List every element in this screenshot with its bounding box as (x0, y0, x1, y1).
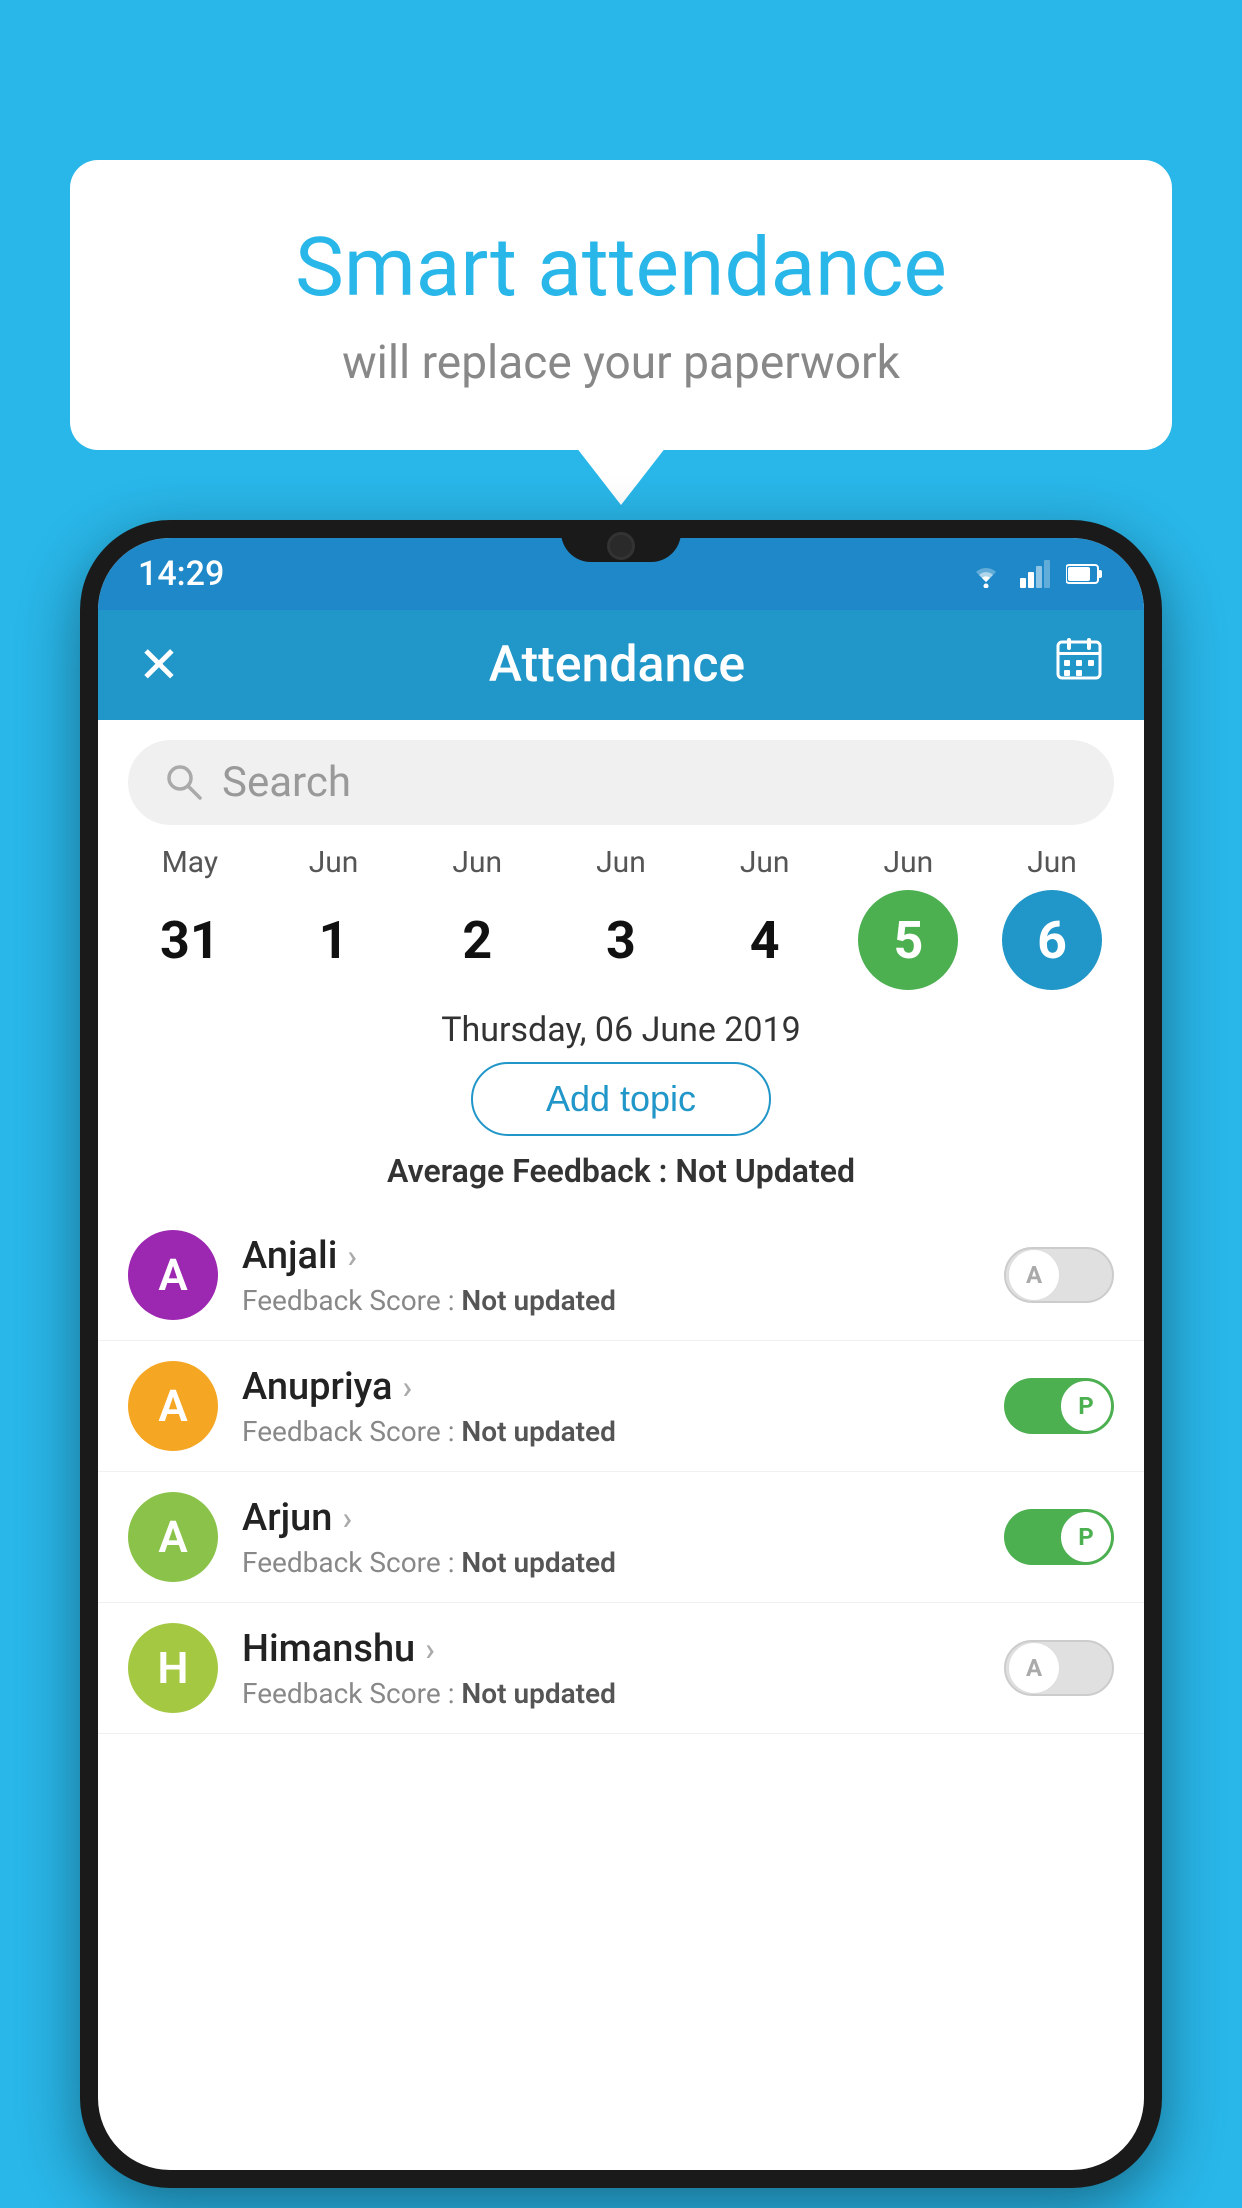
student-name-3: Himanshu › (242, 1627, 1004, 1671)
avg-feedback: Average Feedback : Not Updated (98, 1152, 1144, 1190)
student-avatar-1: A (128, 1361, 218, 1451)
student-avatar-2: A (128, 1492, 218, 1582)
date-cell-1[interactable]: Jun 1 (274, 845, 394, 990)
student-item-2[interactable]: A Arjun › Feedback Score : Not updated P (98, 1472, 1144, 1603)
date-num-6: 6 (1002, 890, 1102, 990)
speech-bubble-title: Smart attendance (150, 220, 1092, 316)
date-month-0: May (162, 845, 218, 880)
toggle-knob-2: P (1060, 1511, 1112, 1563)
phone-frame: 14:29 (80, 520, 1162, 2188)
attendance-toggle-2[interactable]: P (1004, 1509, 1114, 1565)
attendance-toggle-0[interactable]: A (1004, 1247, 1114, 1303)
student-name-1: Anupriya › (242, 1365, 1004, 1409)
selected-date-label: Thursday, 06 June 2019 (98, 1010, 1144, 1050)
signal-icon (1020, 560, 1050, 588)
student-avatar-0: A (128, 1230, 218, 1320)
student-item-3[interactable]: H Himanshu › Feedback Score : Not updatedA (98, 1603, 1144, 1734)
chevron-icon-1: › (402, 1368, 412, 1406)
student-feedback-2: Feedback Score : Not updated (242, 1546, 1004, 1579)
camera (607, 532, 635, 560)
feedback-value-0: Not updated (461, 1284, 615, 1317)
student-feedback-3: Feedback Score : Not updated (242, 1677, 1004, 1710)
date-month-2: Jun (452, 845, 502, 880)
search-bar[interactable]: Search (128, 740, 1114, 825)
chevron-icon-2: › (342, 1499, 352, 1537)
date-num-4: 4 (715, 890, 815, 990)
toggle-knob-3: A (1008, 1642, 1060, 1694)
date-cell-3[interactable]: Jun 3 (561, 845, 681, 990)
student-info-1: Anupriya › Feedback Score : Not updated (242, 1365, 1004, 1448)
search-icon (164, 762, 202, 804)
feedback-value-1: Not updated (461, 1415, 615, 1448)
date-num-0: 31 (140, 890, 240, 990)
date-month-1: Jun (309, 845, 359, 880)
app-bar-title: Attendance (489, 636, 746, 694)
avg-feedback-label: Average Feedback : (387, 1152, 675, 1190)
speech-bubble-subtitle: will replace your paperwork (150, 336, 1092, 390)
date-month-3: Jun (596, 845, 646, 880)
date-cell-0[interactable]: May 31 (130, 845, 250, 990)
student-name-2: Arjun › (242, 1496, 1004, 1540)
student-feedback-0: Feedback Score : Not updated (242, 1284, 1004, 1317)
student-name-0: Anjali › (242, 1234, 1004, 1278)
battery-icon (1066, 563, 1104, 585)
date-strip: May 31 Jun 1 Jun 2 Jun 3 Jun 4 Jun 5 Jun 6 (98, 845, 1144, 990)
phone-notch (561, 520, 681, 562)
close-icon[interactable]: ✕ (138, 636, 180, 695)
date-cell-2[interactable]: Jun 2 (417, 845, 537, 990)
feedback-value-3: Not updated (461, 1677, 615, 1710)
student-list: AAnjali ›Feedback Score : Not updatedAAA… (98, 1210, 1144, 1734)
date-num-5: 5 (858, 890, 958, 990)
feedback-value-2: Not updated (461, 1546, 615, 1579)
phone-screen: 14:29 (98, 538, 1144, 2170)
student-item-0[interactable]: AAnjali ›Feedback Score : Not updatedA (98, 1210, 1144, 1341)
add-topic-button[interactable]: Add topic (471, 1062, 771, 1136)
toggle-knob-0: A (1008, 1249, 1060, 1301)
speech-bubble: Smart attendance will replace your paper… (70, 160, 1172, 450)
student-avatar-3: H (128, 1623, 218, 1713)
avg-feedback-value: Not Updated (675, 1152, 855, 1190)
attendance-toggle-1[interactable]: P (1004, 1378, 1114, 1434)
student-item-1[interactable]: A Anupriya › Feedback Score : Not updated P (98, 1341, 1144, 1472)
student-info-3: Himanshu › Feedback Score : Not updated (242, 1627, 1004, 1710)
date-cell-5[interactable]: Jun 5 (848, 845, 968, 990)
student-info-0: Anjali › Feedback Score : Not updated (242, 1234, 1004, 1317)
date-month-5: Jun (884, 845, 934, 880)
date-month-4: Jun (740, 845, 790, 880)
toggle-knob-1: P (1060, 1380, 1112, 1432)
date-num-2: 2 (427, 890, 527, 990)
date-cell-4[interactable]: Jun 4 (705, 845, 825, 990)
date-cell-6[interactable]: Jun 6 (992, 845, 1112, 990)
calendar-icon[interactable] (1054, 634, 1104, 697)
chevron-icon-3: › (425, 1630, 435, 1668)
attendance-toggle-3[interactable]: A (1004, 1640, 1114, 1696)
date-num-3: 3 (571, 890, 671, 990)
search-input[interactable]: Search (222, 758, 1078, 807)
date-num-1: 1 (284, 890, 384, 990)
app-bar: ✕ Attendance (98, 610, 1144, 720)
date-month-6: Jun (1027, 845, 1077, 880)
speech-bubble-container: Smart attendance will replace your paper… (70, 160, 1172, 450)
wifi-icon (968, 560, 1004, 588)
chevron-icon-0: › (347, 1237, 357, 1275)
status-icons (968, 560, 1104, 588)
student-feedback-1: Feedback Score : Not updated (242, 1415, 1004, 1448)
student-info-2: Arjun › Feedback Score : Not updated (242, 1496, 1004, 1579)
status-time: 14:29 (138, 554, 224, 594)
